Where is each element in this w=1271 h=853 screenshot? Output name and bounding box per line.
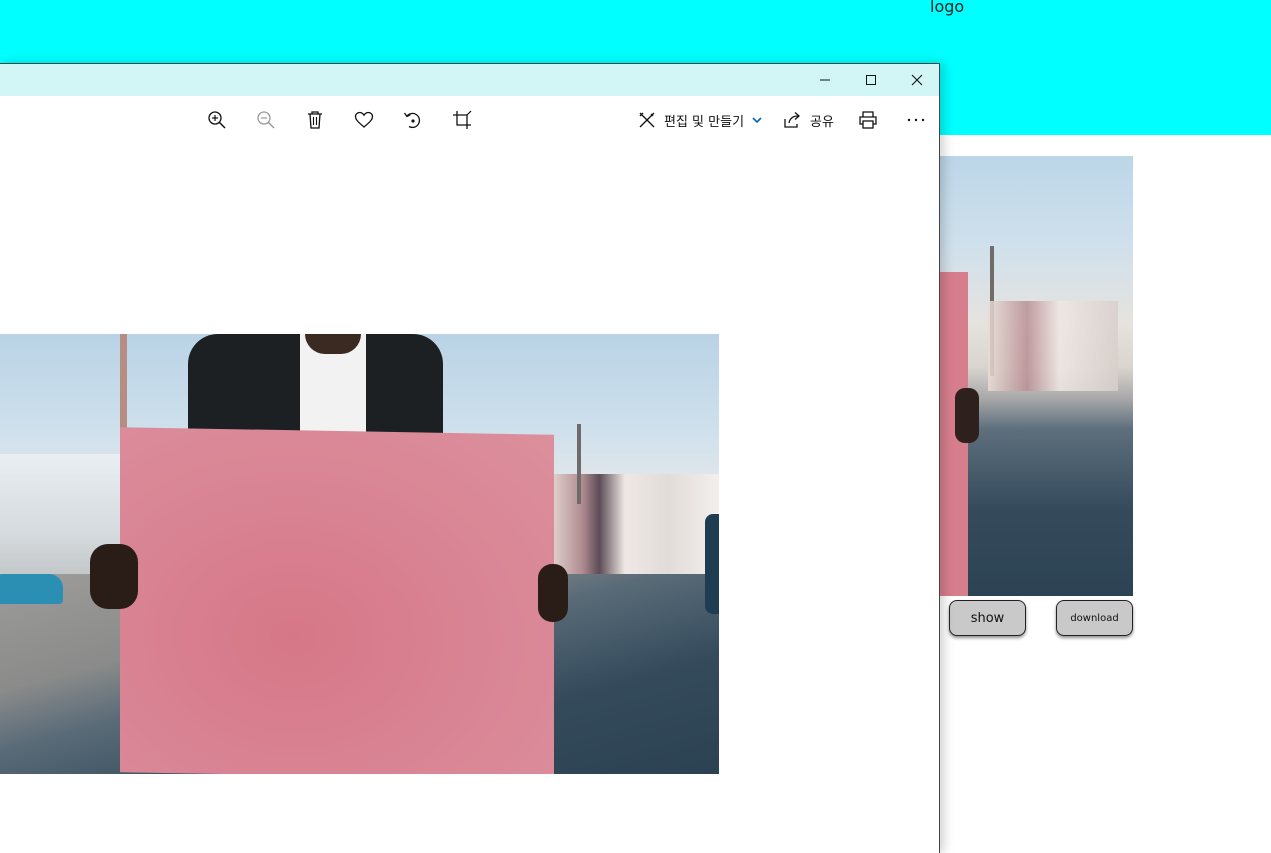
edit-create-menu[interactable]: 편집 및 만들기	[637, 104, 763, 136]
zoom-out-button[interactable]	[250, 104, 282, 136]
favorite-icon	[354, 111, 374, 128]
download-button[interactable]: download	[1056, 600, 1133, 636]
close-button[interactable]	[894, 64, 940, 96]
crop-icon	[453, 110, 472, 129]
rotate-button[interactable]	[397, 104, 429, 136]
more-button[interactable]	[900, 104, 932, 136]
delete-icon	[308, 111, 322, 129]
maximize-icon	[866, 75, 876, 85]
show-button[interactable]: show	[949, 600, 1026, 636]
minimize-icon	[820, 79, 830, 81]
zoom-in-button[interactable]	[201, 104, 233, 136]
close-icon	[911, 74, 923, 86]
crop-button[interactable]	[446, 104, 478, 136]
toolbar: 편집 및 만들기 공유	[0, 96, 939, 144]
edit-icon	[639, 112, 655, 128]
print-icon	[859, 111, 877, 129]
minimize-button[interactable]	[802, 64, 848, 96]
edit-create-label: 편집 및 만들기	[664, 114, 745, 130]
zoom-in-icon	[208, 111, 226, 129]
delete-button[interactable]	[299, 104, 331, 136]
print-button[interactable]	[852, 104, 884, 136]
zoom-out-icon	[257, 111, 275, 129]
maximize-button[interactable]	[848, 64, 894, 96]
favorite-button[interactable]	[348, 104, 380, 136]
chevron-down-icon	[752, 117, 762, 124]
share-icon	[784, 112, 800, 128]
logo[interactable]: logo	[930, 0, 964, 16]
share-label: 공유	[810, 114, 834, 130]
page-photo	[940, 156, 1133, 596]
more-icon	[907, 118, 925, 122]
title-bar[interactable]	[0, 64, 939, 96]
rotate-icon	[403, 112, 421, 129]
displayed-photo	[0, 334, 719, 774]
share-button[interactable]: 공유	[783, 104, 834, 136]
photos-window: 편집 및 만들기 공유	[0, 63, 940, 853]
